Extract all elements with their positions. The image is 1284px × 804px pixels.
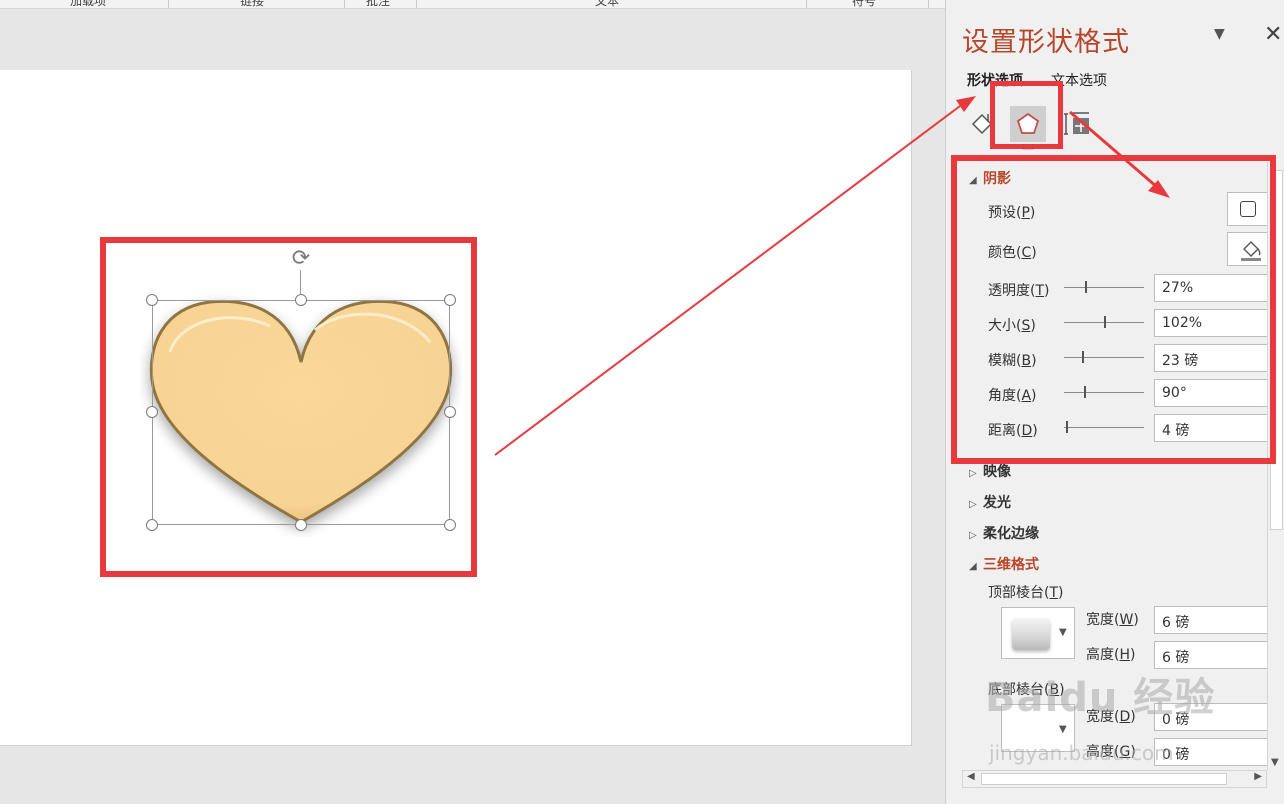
horizontal-scroll-thumb[interactable] bbox=[981, 773, 1227, 785]
pane-title: 设置形状格式 bbox=[962, 27, 1130, 58]
ribbon-tab-text[interactable]: 文本 bbox=[595, 0, 619, 8]
section-3d-format-label: 三维格式 bbox=[983, 557, 1039, 573]
chevron-down-icon: ▼ bbox=[1059, 724, 1067, 735]
bottom-height-label: 高度(G) bbox=[1086, 744, 1136, 760]
collapsed-triangle-icon: ▷ bbox=[969, 468, 977, 479]
ribbon-divider bbox=[168, 0, 169, 8]
section-reflection[interactable]: ▷ 映像 bbox=[969, 461, 1011, 481]
section-soft-edges[interactable]: ▷ 柔化边缘 bbox=[969, 523, 1039, 543]
collapsed-triangle-icon: ▷ bbox=[969, 499, 977, 510]
size-properties-icon[interactable] bbox=[1060, 106, 1096, 142]
top-bevel-label: 顶部棱台(T) bbox=[988, 585, 1064, 601]
bevel-height-input[interactable]: 6 磅 bbox=[1154, 641, 1274, 669]
ribbon-divider bbox=[416, 0, 417, 8]
ribbon-strip: 加载项 链接 批注 文本 符号 bbox=[0, 0, 945, 9]
section-glow-label: 发光 bbox=[983, 495, 1011, 511]
bevel-width-label: 宽度(W) bbox=[1086, 612, 1139, 628]
close-icon[interactable]: ✕ bbox=[1264, 22, 1282, 47]
ribbon-tab-symbols[interactable]: 符号 bbox=[852, 0, 876, 8]
scroll-down-icon[interactable]: ▼ bbox=[1271, 757, 1279, 768]
section-soft-edges-label: 柔化边缘 bbox=[983, 526, 1039, 542]
collapsed-triangle-icon: ▷ bbox=[969, 530, 977, 541]
ribbon-divider bbox=[928, 0, 929, 8]
bevel-height-label: 高度(H) bbox=[1086, 647, 1136, 663]
horizontal-scrollbar[interactable]: ◀ ▶ bbox=[962, 770, 1267, 788]
section-3d-format[interactable]: ◢ 三维格式 bbox=[969, 554, 1039, 574]
bottom-width-label: 宽度(D) bbox=[1086, 709, 1136, 725]
bottom-width-input[interactable]: 0 磅 bbox=[1154, 703, 1274, 731]
highlight-box-effects-icon bbox=[990, 81, 1063, 149]
bottom-bevel-dropdown[interactable]: ▼ bbox=[1001, 704, 1075, 752]
bevel-swatch bbox=[1012, 618, 1050, 650]
ribbon-tab-addins[interactable]: 加载项 bbox=[70, 0, 106, 8]
section-glow[interactable]: ▷ 发光 bbox=[969, 492, 1011, 512]
ribbon-divider bbox=[344, 0, 345, 8]
ribbon-divider bbox=[806, 0, 807, 8]
bevel-width-input[interactable]: 6 磅 bbox=[1154, 606, 1274, 634]
highlight-box-shadow-panel bbox=[951, 155, 1276, 464]
ribbon-tab-comments[interactable]: 批注 bbox=[366, 0, 390, 8]
section-reflection-label: 映像 bbox=[983, 464, 1011, 480]
bottom-bevel-label: 底部棱台(B) bbox=[988, 682, 1065, 698]
highlight-box-shape bbox=[100, 237, 477, 577]
expanded-triangle-icon: ◢ bbox=[969, 561, 977, 572]
top-bevel-dropdown[interactable]: ▼ bbox=[1001, 607, 1075, 659]
pane-options-dropdown-icon[interactable]: ▼ bbox=[1214, 26, 1225, 42]
scroll-right-icon[interactable]: ▶ bbox=[1254, 771, 1262, 782]
ribbon-tab-links[interactable]: 链接 bbox=[240, 0, 264, 8]
chevron-down-icon: ▼ bbox=[1059, 627, 1067, 638]
bottom-height-input[interactable]: 0 磅 bbox=[1154, 738, 1274, 766]
scroll-left-icon[interactable]: ◀ bbox=[967, 771, 975, 782]
